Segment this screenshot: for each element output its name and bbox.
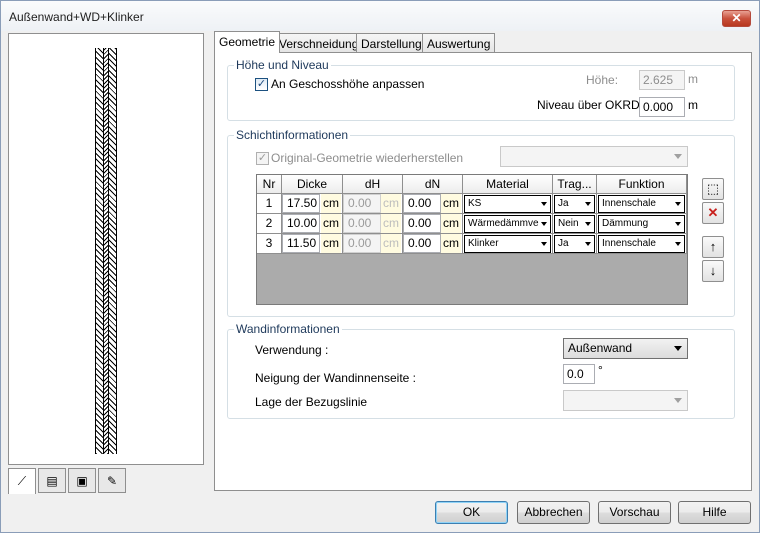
row-1-nr: 1 bbox=[257, 194, 282, 214]
chevron-down-icon bbox=[675, 242, 681, 246]
chevron-down-icon bbox=[674, 346, 682, 351]
group-title: Wandinformationen bbox=[234, 322, 342, 336]
wall-section-drawing bbox=[95, 48, 117, 454]
row-3-material-dropdown[interactable]: Klinker bbox=[463, 234, 553, 254]
chevron-down-icon bbox=[674, 154, 682, 159]
help-button[interactable]: Hilfe bbox=[678, 501, 751, 524]
niveau-unit: m bbox=[688, 98, 698, 112]
row-3-trag-dropdown[interactable]: Ja bbox=[553, 234, 597, 254]
chevron-down-icon bbox=[585, 222, 591, 226]
chevron-down-icon bbox=[541, 242, 547, 246]
row-2-material-dropdown[interactable]: Wärmedämmve bbox=[463, 214, 553, 234]
adapt-height-checkbox[interactable]: ✓ bbox=[255, 78, 268, 91]
neigung-field[interactable]: 0.0 bbox=[563, 364, 595, 384]
title-bar: Außenwand+WD+Klinker ✕ bbox=[1, 1, 759, 31]
tab-auswertung[interactable]: Auswertung bbox=[422, 33, 496, 53]
move-down-icon[interactable]: ↓ bbox=[702, 260, 724, 282]
group-wandinformationen: Wandinformationen Verwendung : Außenwand… bbox=[227, 322, 735, 419]
adapt-height-label: An Geschosshöhe anpassen bbox=[271, 77, 425, 91]
cancel-button[interactable]: Abbrechen bbox=[517, 501, 590, 524]
wall-geometry-icon[interactable]: ⟋ bbox=[8, 468, 36, 494]
column-header-dn[interactable]: dN bbox=[403, 175, 463, 194]
chevron-down-icon bbox=[541, 222, 547, 226]
height-label: Höhe: bbox=[586, 73, 619, 87]
row-3-dicke[interactable]: 11.50 cm bbox=[282, 234, 343, 254]
note-icon[interactable]: ✎ bbox=[98, 468, 126, 493]
restore-geometry-checkbox[interactable]: ✓ bbox=[256, 152, 269, 165]
chevron-down-icon bbox=[585, 202, 591, 206]
chevron-down-icon bbox=[675, 202, 681, 206]
column-header-nr[interactable]: Nr bbox=[257, 175, 282, 194]
height-field[interactable]: 2.625 bbox=[639, 70, 685, 90]
row-2-trag-dropdown[interactable]: Nein bbox=[553, 214, 597, 234]
image-icon[interactable]: ▣ bbox=[68, 468, 96, 493]
group-title: Höhe und Niveau bbox=[234, 58, 331, 72]
dialog-window: Außenwand+WD+Klinker ✕ ⟋ ▤ ▣ ✎ Geometrie… bbox=[0, 0, 760, 533]
column-header-material[interactable]: Material bbox=[463, 175, 553, 194]
row-3-funktion-dropdown[interactable]: Innenschale bbox=[597, 234, 687, 254]
tab-panel-geometrie: Höhe und Niveau ✓ An Geschosshöhe anpass… bbox=[214, 52, 752, 491]
delete-icon[interactable]: ✕ bbox=[702, 202, 724, 224]
lage-dropdown[interactable] bbox=[563, 390, 688, 411]
row-2-dicke[interactable]: 10.00 cm bbox=[282, 214, 343, 234]
niveau-label: Niveau über OKRD: bbox=[537, 98, 644, 112]
row-1-trag-dropdown[interactable]: Ja bbox=[553, 194, 597, 214]
layers-table: Nr Dicke dH dN Material Trag... Funktion… bbox=[256, 174, 688, 305]
verwendung-label: Verwendung : bbox=[255, 343, 329, 357]
row-2-nr: 2 bbox=[257, 214, 282, 234]
verwendung-dropdown[interactable]: Außenwand bbox=[563, 338, 688, 359]
column-header-dicke[interactable]: Dicke bbox=[282, 175, 343, 194]
chevron-down-icon bbox=[674, 398, 682, 403]
chevron-down-icon bbox=[541, 202, 547, 206]
tab-darstellung[interactable]: Darstellung bbox=[356, 33, 427, 53]
neigung-label: Neigung der Wandinnenseite : bbox=[255, 371, 416, 385]
lage-label: Lage der Bezugslinie bbox=[255, 395, 368, 409]
move-up-icon[interactable]: ↑ bbox=[702, 236, 724, 258]
neigung-unit: ° bbox=[598, 363, 603, 377]
column-header-funktion[interactable]: Funktion bbox=[597, 175, 687, 194]
column-header-trag[interactable]: Trag... bbox=[553, 175, 597, 194]
chevron-down-icon bbox=[585, 242, 591, 246]
wall-preview bbox=[8, 33, 204, 465]
row-3-dn[interactable]: 0.00 cm bbox=[403, 234, 463, 254]
restore-geometry-label: Original-Geometrie wiederherstellen bbox=[271, 151, 464, 165]
row-1-dn[interactable]: 0.00 cm bbox=[403, 194, 463, 214]
row-1-material-dropdown[interactable]: KS bbox=[463, 194, 553, 214]
close-button[interactable]: ✕ bbox=[722, 10, 751, 27]
niveau-field[interactable]: 0.000 bbox=[639, 97, 685, 117]
layer-preset-dropdown[interactable] bbox=[500, 146, 688, 167]
new-layer-icon[interactable]: ⬚ bbox=[702, 178, 724, 200]
column-header-dh[interactable]: dH bbox=[343, 175, 403, 194]
chevron-down-icon bbox=[675, 222, 681, 226]
group-title: Schichtinformationen bbox=[234, 128, 351, 142]
tab-geometrie[interactable]: Geometrie bbox=[214, 31, 281, 53]
tab-verschneidung[interactable]: Verschneidung bbox=[274, 33, 364, 53]
row-1-dicke[interactable]: 17.50 cm bbox=[282, 194, 343, 214]
group-hoehe-niveau: Höhe und Niveau ✓ An Geschosshöhe anpass… bbox=[227, 58, 735, 121]
ok-button[interactable]: OK bbox=[435, 501, 508, 524]
row-2-funktion-dropdown[interactable]: Dämmung bbox=[597, 214, 687, 234]
row-2-dh[interactable]: 0.00 cm bbox=[343, 214, 403, 234]
row-1-dh[interactable]: 0.00 cm bbox=[343, 194, 403, 214]
layers-icon[interactable]: ▤ bbox=[38, 468, 66, 493]
preview-button[interactable]: Vorschau bbox=[598, 501, 671, 524]
row-2-dn[interactable]: 0.00 cm bbox=[403, 214, 463, 234]
window-title: Außenwand+WD+Klinker bbox=[9, 10, 144, 24]
group-schichtinformationen: Schichtinformationen ✓ Original-Geometri… bbox=[227, 128, 735, 317]
height-unit: m bbox=[688, 72, 698, 86]
row-3-dh[interactable]: 0.00 cm bbox=[343, 234, 403, 254]
row-3-nr: 3 bbox=[257, 234, 282, 254]
row-1-funktion-dropdown[interactable]: Innenschale bbox=[597, 194, 687, 214]
